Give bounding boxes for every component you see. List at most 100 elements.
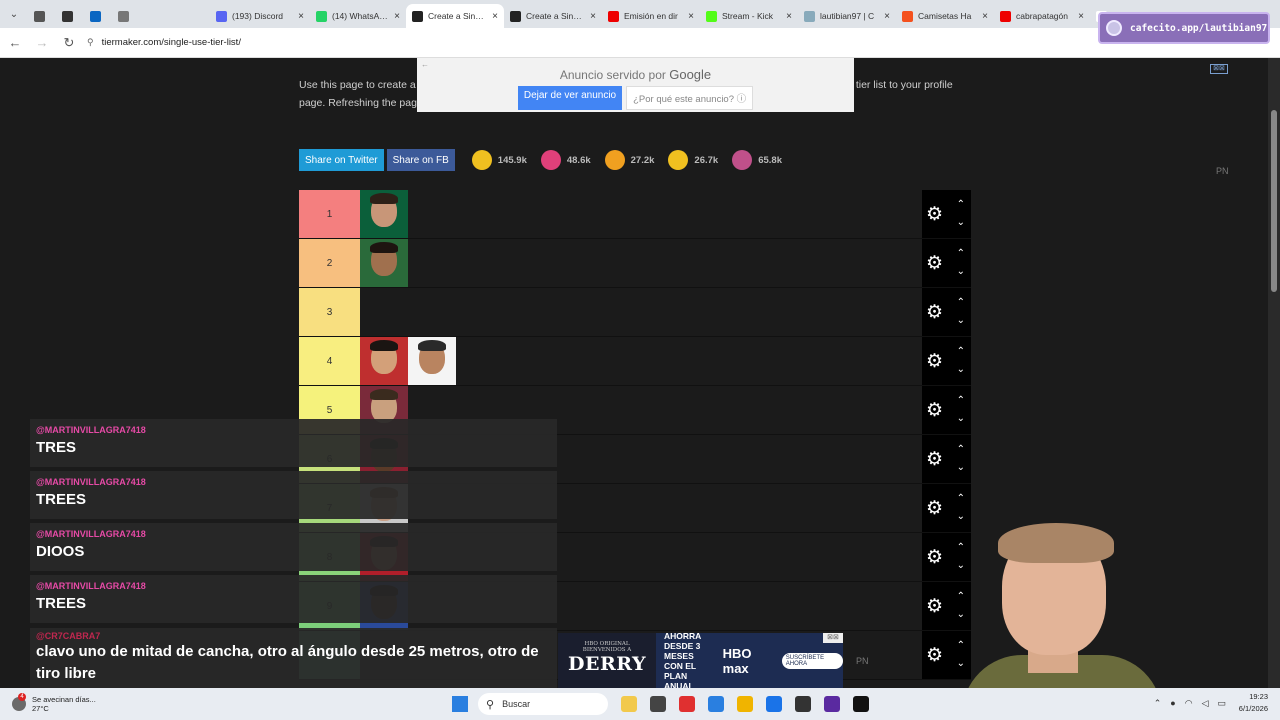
browser-tab[interactable]: lautibian97 | C × [798,4,896,28]
tier-items[interactable] [360,288,922,336]
browser-tab[interactable] [28,4,56,28]
reaction-button[interactable]: 65.8k [732,150,782,170]
chevron-down-icon[interactable]: ⌄ [957,263,965,281]
reload-icon[interactable]: ↻ [57,35,81,51]
player-image[interactable] [360,190,408,238]
player-image[interactable] [408,337,456,385]
tab-close-icon[interactable]: × [590,11,596,22]
site-info-icon[interactable]: ⚲ [87,37,94,48]
page-scrollbar[interactable] [1268,58,1280,688]
gear-icon[interactable]: ⚙ [926,205,943,224]
gear-icon[interactable]: ⚙ [926,303,943,322]
back-arrow-icon[interactable]: ← [3,35,27,50]
tier-items[interactable] [360,337,922,385]
tier-items[interactable] [360,239,922,287]
scrollbar-thumb[interactable] [1271,110,1277,292]
tab-close-icon[interactable]: × [688,11,694,22]
tier-label[interactable]: 1 [299,190,360,238]
tab-close-icon[interactable]: × [1078,11,1084,22]
windows-start-icon[interactable] [452,696,468,712]
wifi-icon[interactable]: ◠ [1185,698,1193,709]
ad-back-icon[interactable]: ← [421,60,429,69]
reaction-button[interactable]: 26.7k [668,150,718,170]
ad-promo-text: AHORRA DESDE 3 MESES CON EL PLAN ANUAL [664,630,701,689]
reaction-button[interactable]: 145.9k [471,150,527,170]
chevron-down-icon[interactable]: ⌄ [957,410,965,428]
gear-icon[interactable]: ⚙ [926,352,943,371]
hbo-banner-ad[interactable]: HBO ORIGINAL BIENVENIDOS A DERRY AHORRA … [558,630,843,689]
ad-choices-icon[interactable]: ⊠⊠ [1210,64,1228,74]
chevron-down-icon[interactable]: ⌄ [957,312,965,330]
chevron-up-icon[interactable]: ⌃ [1154,698,1162,709]
chevron-up-icon[interactable]: ⌃ [957,196,965,214]
weather-widget[interactable]: 4 Se avecinan días... 27°C [12,693,132,713]
share-twitter-button[interactable]: Share on Twitter [299,149,384,171]
browser-tab[interactable]: Camisetas Ha × [896,4,994,28]
forward-arrow-icon[interactable]: → [30,35,54,50]
gear-icon[interactable]: ⚙ [926,254,943,273]
taskbar-app-icon[interactable] [650,696,666,712]
taskbar-app-icon[interactable] [853,696,869,712]
microphone-icon[interactable]: ● [1170,698,1175,709]
chevron-up-icon[interactable]: ⌃ [957,343,965,361]
reaction-button[interactable]: 48.6k [540,150,591,170]
browser-tab[interactable]: Stream - Kick × [700,4,798,28]
browser-tab[interactable]: (193) Discord × [210,4,310,28]
battery-icon[interactable]: ▭ [1217,698,1226,709]
taskbar-search[interactable]: ⚲ Buscar [478,693,608,715]
browser-tab[interactable] [84,4,112,28]
tier-items[interactable] [360,190,922,238]
clock[interactable]: 19:23 6/1/2026 [1239,691,1268,715]
ad-cta-button[interactable]: SUSCRÍBETE AHORA [781,652,843,669]
browser-tab[interactable] [56,4,84,28]
tier-controls: ⚙ ⌃ ⌄ [922,386,971,434]
clock-time: 19:23 [1249,692,1268,701]
browser-tab[interactable]: Create a Single × [504,4,602,28]
tab-close-icon[interactable]: × [394,11,400,22]
tier-label[interactable]: 3 [299,288,360,336]
browser-tab[interactable]: Create a Single × [406,4,504,28]
taskbar-app-icon[interactable] [708,696,724,712]
chevron-up-icon[interactable]: ⌃ [957,245,965,263]
gear-icon[interactable]: ⚙ [926,401,943,420]
taskbar-app-icon[interactable] [679,696,695,712]
share-facebook-button[interactable]: Share on FB [386,149,455,171]
ad-hbo-logo: HBO max [722,645,752,676]
browser-tab[interactable]: (14) WhatsApp × [310,4,406,28]
chevron-down-icon[interactable]: ⌄ [957,214,965,232]
browser-tab[interactable]: Emisión en dir × [602,4,700,28]
taskbar-app-icon[interactable] [795,696,811,712]
tab-close-icon[interactable]: × [298,11,304,22]
taskbar-app-icon[interactable] [824,696,840,712]
tab-close-icon[interactable]: × [982,11,988,22]
tab-search-icon[interactable]: ⌄ [0,9,28,20]
chat-message: @MARTINVILLAGRA7418 TRES [30,419,557,467]
taskbar-app-icon[interactable] [766,696,782,712]
volume-icon[interactable]: ◁ [1202,698,1209,709]
reaction-button[interactable]: 27.2k [604,150,654,170]
url-text: tiermaker.com/single-use-tier-list/ [101,37,241,48]
taskbar-app-icon[interactable] [737,696,753,712]
browser-tab[interactable] [112,4,210,28]
chevron-up-icon[interactable]: ⌃ [957,294,965,312]
tab-favicon-icon [34,10,45,22]
tab-close-icon[interactable]: × [884,11,890,22]
chevron-down-icon[interactable]: ⌄ [957,459,965,477]
tier-label[interactable]: 4 [299,337,360,385]
stop-ad-button[interactable]: Dejar de ver anuncio [517,86,623,110]
tab-close-icon[interactable]: × [492,11,498,22]
browser-tab[interactable]: cabrapatagón × [994,4,1090,28]
chevron-up-icon[interactable]: ⌃ [957,490,965,508]
player-image[interactable] [360,239,408,287]
player-image[interactable] [360,337,408,385]
chevron-up-icon[interactable]: ⌃ [957,441,965,459]
url-field[interactable]: ⚲ tiermaker.com/single-use-tier-list/ [87,32,1080,54]
chevron-down-icon[interactable]: ⌄ [957,361,965,379]
ad-close-icon[interactable]: ⊠⊠ [823,633,843,643]
tab-close-icon[interactable]: × [786,11,792,22]
tier-label[interactable]: 2 [299,239,360,287]
taskbar-app-icon[interactable] [621,696,637,712]
why-ad-button[interactable]: ¿Por qué este anuncio? ⓘ [626,86,754,110]
gear-icon[interactable]: ⚙ [926,450,943,469]
chevron-up-icon[interactable]: ⌃ [957,392,965,410]
